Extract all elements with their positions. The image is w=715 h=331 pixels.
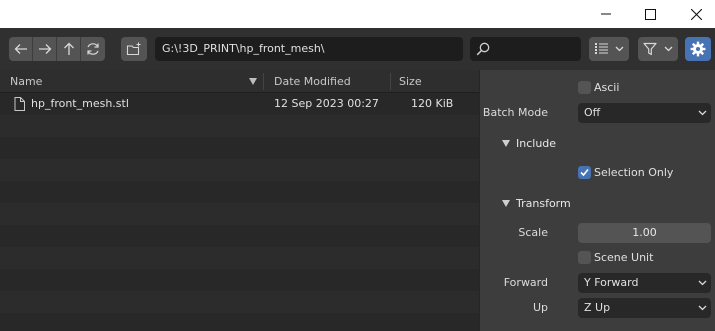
up-label: Up bbox=[532, 301, 548, 314]
search-field[interactable] bbox=[470, 37, 581, 61]
include-section-title: Include bbox=[516, 137, 557, 150]
forward-label: Forward bbox=[503, 276, 548, 289]
column-size-header[interactable]: Size bbox=[399, 70, 422, 93]
maximize-button[interactable] bbox=[627, 0, 673, 28]
file-name: hp_front_mesh.stl bbox=[31, 97, 129, 110]
selection-only-option[interactable]: Selection Only bbox=[480, 162, 715, 184]
column-name-header[interactable]: Name bbox=[10, 70, 42, 93]
back-arrow-icon bbox=[14, 44, 27, 54]
empty-row bbox=[0, 181, 479, 203]
up-axis-select[interactable]: Z Up bbox=[578, 298, 711, 318]
empty-row bbox=[0, 225, 479, 247]
gear-icon bbox=[690, 41, 706, 57]
scene-unit-option[interactable]: Scene Unit bbox=[480, 247, 715, 269]
parent-directory-icon bbox=[63, 42, 74, 55]
transform-section-title: Transform bbox=[516, 197, 571, 210]
empty-row bbox=[0, 313, 479, 331]
empty-row bbox=[0, 115, 479, 137]
navigation-buttons bbox=[9, 37, 105, 61]
directory-path-field[interactable]: G:\!3D_PRINT\hp_front_mesh\ bbox=[155, 37, 463, 61]
display-mode-dropdown[interactable] bbox=[589, 37, 629, 61]
file-size: 120 KiB bbox=[411, 97, 454, 110]
search-icon bbox=[476, 42, 490, 56]
export-options-panel: Ascii Batch Mode Off Include Selection O… bbox=[479, 70, 715, 331]
scene-unit-checkbox[interactable] bbox=[578, 251, 591, 264]
empty-row bbox=[0, 137, 479, 159]
up-axis-option: Up Z Up bbox=[480, 297, 715, 319]
scene-unit-label: Scene Unit bbox=[594, 251, 654, 264]
chevron-down-icon bbox=[615, 46, 624, 52]
settings-toggle-button[interactable] bbox=[685, 37, 711, 61]
window-title-bar bbox=[0, 0, 715, 28]
filter-icon bbox=[643, 42, 657, 56]
empty-row bbox=[0, 159, 479, 181]
collapse-triangle-icon bbox=[502, 200, 510, 207]
batch-mode-select[interactable]: Off bbox=[578, 103, 711, 123]
scale-field[interactable]: 1.00 bbox=[578, 223, 711, 243]
parent-directory-button[interactable] bbox=[57, 37, 81, 61]
batch-mode-value: Off bbox=[584, 106, 601, 119]
forward-button[interactable] bbox=[33, 37, 57, 61]
minimize-icon bbox=[601, 13, 611, 15]
batch-mode-option: Batch Mode Off bbox=[480, 102, 715, 124]
minimize-button[interactable] bbox=[583, 0, 629, 28]
filter-dropdown[interactable] bbox=[638, 37, 678, 61]
ascii-label: Ascii bbox=[594, 81, 620, 94]
file-row[interactable]: hp_front_mesh.stl 12 Sep 2023 00:27 120 … bbox=[0, 93, 479, 115]
new-folder-icon bbox=[126, 42, 141, 56]
file-list-panel: Name Date Modified Size hp_front_mesh.st… bbox=[0, 70, 479, 331]
collapse-triangle-icon bbox=[502, 140, 510, 147]
new-folder-button[interactable] bbox=[121, 37, 147, 61]
selection-only-checkbox[interactable] bbox=[578, 166, 591, 179]
forward-axis-value: Y Forward bbox=[584, 276, 639, 289]
maximize-icon bbox=[644, 8, 656, 20]
up-axis-value: Z Up bbox=[584, 301, 611, 314]
display-mode-icon bbox=[595, 43, 608, 54]
ascii-option[interactable]: Ascii bbox=[480, 77, 715, 99]
file-icon bbox=[14, 97, 25, 111]
refresh-button[interactable] bbox=[81, 37, 105, 61]
scale-label: Scale bbox=[518, 226, 548, 239]
empty-row bbox=[0, 291, 479, 313]
empty-row bbox=[0, 247, 479, 269]
close-icon bbox=[690, 8, 702, 20]
file-date-modified: 12 Sep 2023 00:27 bbox=[274, 97, 379, 110]
file-rows: hp_front_mesh.stl 12 Sep 2023 00:27 120 … bbox=[0, 93, 479, 331]
chevron-down-icon bbox=[698, 305, 707, 311]
forward-axis-option: Forward Y Forward bbox=[480, 272, 715, 294]
forward-arrow-icon bbox=[38, 44, 51, 54]
column-date-header[interactable]: Date Modified bbox=[274, 70, 351, 93]
scale-option: Scale 1.00 bbox=[480, 222, 715, 244]
back-button[interactable] bbox=[9, 37, 33, 61]
batch-mode-label: Batch Mode bbox=[482, 106, 548, 119]
empty-row bbox=[0, 269, 479, 291]
transform-section-header[interactable]: Transform bbox=[480, 191, 715, 217]
chevron-down-icon bbox=[698, 110, 707, 116]
selection-only-label: Selection Only bbox=[594, 166, 674, 179]
ascii-checkbox[interactable] bbox=[578, 81, 591, 94]
include-section-header[interactable]: Include bbox=[480, 131, 715, 157]
column-divider[interactable] bbox=[263, 73, 264, 90]
sort-descending-icon[interactable] bbox=[249, 78, 257, 85]
checkmark-icon bbox=[580, 168, 589, 177]
forward-axis-select[interactable]: Y Forward bbox=[578, 273, 711, 293]
close-button[interactable] bbox=[673, 0, 715, 28]
chevron-down-icon bbox=[664, 46, 673, 52]
chevron-down-icon bbox=[698, 280, 707, 286]
refresh-icon bbox=[87, 43, 99, 55]
file-browser-toolbar: G:\!3D_PRINT\hp_front_mesh\ bbox=[0, 28, 715, 70]
column-header: Name Date Modified Size bbox=[0, 70, 479, 93]
column-divider[interactable] bbox=[390, 73, 391, 90]
empty-row bbox=[0, 203, 479, 225]
